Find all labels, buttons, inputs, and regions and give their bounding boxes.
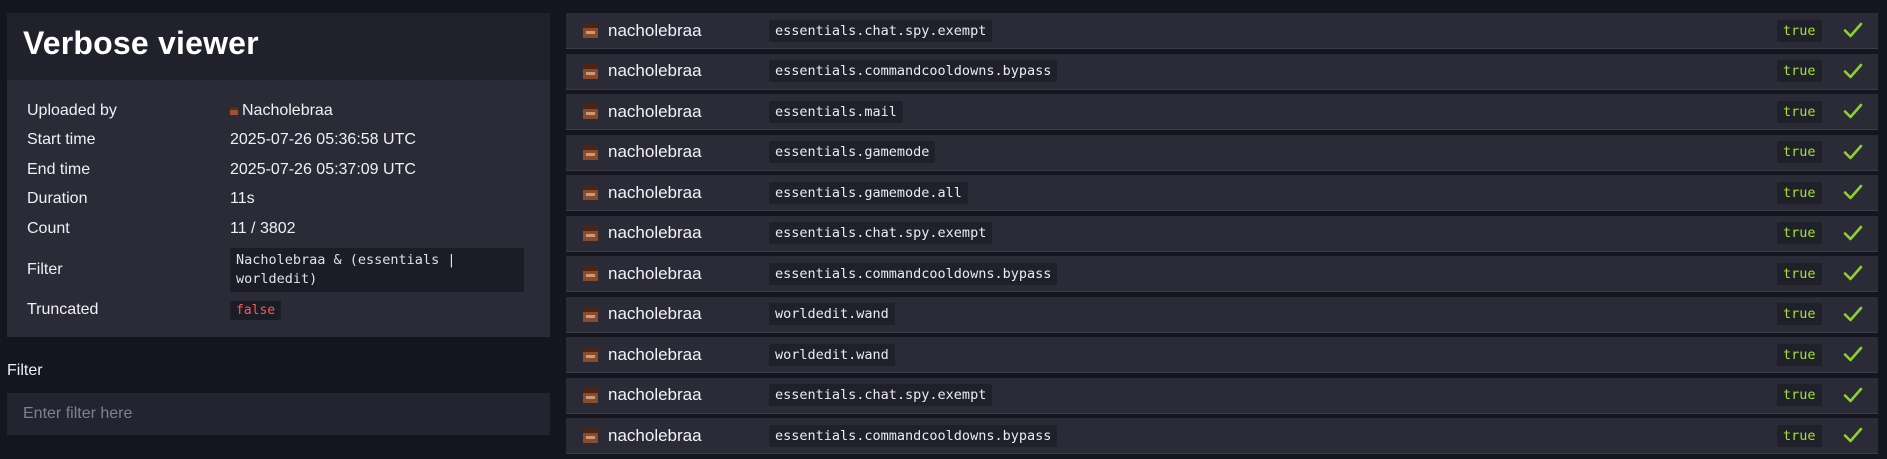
checkmark-icon [1843,225,1863,240]
checkmark-icon [1843,22,1863,38]
entry-permission: essentials.chat.spy.exempt [769,384,993,406]
entry-result-badge: true [1777,343,1822,366]
player-head-icon [583,104,598,119]
start-time-row: Start time 2025-07-26 05:36:58 UTC [27,126,530,156]
truncated-value-wrap: false [230,300,530,320]
entry-user: nacholebraa [608,142,702,161]
checkmark-icon [1843,346,1863,362]
permission-check-list: nacholebraa essentials.chat.spy.exempt tru… [566,13,1878,459]
player-head-icon [583,225,598,241]
entry-user: nacholebraa [608,101,702,121]
checkmark-icon [1843,427,1863,443]
list-item[interactable]: nacholebraa worldedit.wand true [566,337,1878,373]
filter-detail-label: Filter [27,260,63,278]
end-time-value: 2025-07-26 05:37:09 UTC [230,160,416,178]
entry-result-badge: true [1777,384,1822,406]
info-details: Uploaded by Nacholebraa Start time 2025-… [7,80,550,337]
player-head-icon [583,266,598,281]
entry-result-badge: true [1777,19,1822,42]
list-item[interactable]: nacholebraa essentials.commandcooldowns.b… [566,256,1878,292]
count-value: 11 / 3802 [230,219,296,237]
player-head-icon [583,144,598,160]
entry-permission: essentials.gamemode [769,141,936,163]
entry-permission: worldedit.wand [769,303,895,325]
checkmark-icon [1843,265,1863,281]
entry-result-badge: true [1777,181,1822,204]
filter-row: Filter Nacholebraa & (essentials | world… [27,244,530,296]
entry-result-badge: true [1777,141,1822,163]
filter-input[interactable] [7,393,550,435]
checkmark-icon [1843,306,1863,321]
entry-user: nacholebraa [608,223,702,242]
entry-permission: essentials.commandcooldowns.bypass [769,262,1058,285]
page-title: Verbose viewer [23,25,259,61]
entry-user: nacholebraa [608,20,702,40]
entry-result-badge: true [1777,262,1822,285]
player-head-icon [230,106,238,115]
truncated-badge: false [230,300,282,320]
info-header: Verbose viewer [7,13,550,80]
entry-permission: essentials.mail [769,100,903,123]
list-item[interactable]: nacholebraa essentials.gamemode true [566,134,1878,171]
truncated-label: Truncated [27,301,99,319]
entry-user: nacholebraa [608,385,702,404]
list-item[interactable]: nacholebraa essentials.commandcooldowns.b… [566,53,1878,90]
duration-value: 11s [230,190,255,208]
checkmark-icon [1843,63,1863,78]
start-time-label: Start time [27,131,96,149]
entry-result-badge: true [1777,60,1822,82]
verbose-info-panel: Verbose viewer Uploaded by Nacholebraa S… [7,13,550,337]
entry-permission: essentials.commandcooldowns.bypass [769,60,1058,82]
duration-label: Duration [27,190,88,208]
entry-user: nacholebraa [608,182,702,202]
entry-permission: essentials.gamemode.all [769,181,968,204]
uploaded-by-row: Uploaded by Nacholebraa [27,96,530,126]
checkmark-icon [1843,144,1863,159]
filter-detail-value-wrap: Nacholebraa & (essentials | worldedit) [230,244,530,296]
count-row: Count 11 / 3802 [27,214,530,244]
entry-result-badge: true [1777,222,1822,244]
truncated-row: Truncated false [27,296,530,326]
player-head-icon [583,428,598,443]
list-item[interactable]: nacholebraa essentials.chat.spy.exempt tru… [566,377,1878,414]
player-head-icon [583,387,598,403]
entry-user: nacholebraa [608,61,702,80]
count-label: Count [27,219,70,237]
end-time-label: End time [27,160,91,178]
entry-result-badge: true [1777,424,1822,447]
uploaded-by-value: Nacholebraa [230,102,530,120]
entry-user: nacholebraa [608,304,702,323]
checkmark-icon [1843,103,1863,119]
list-item[interactable]: nacholebraa essentials.gamemode.all true [566,175,1878,211]
uploaded-by-label: Uploaded by [27,101,117,119]
list-item[interactable]: nacholebraa essentials.chat.spy.exempt tru… [566,215,1878,252]
list-item[interactable]: nacholebraa essentials.chat.spy.exempt tru… [566,13,1878,49]
end-time-row: End time 2025-07-26 05:37:09 UTC [27,155,530,185]
info-card: Verbose viewer Uploaded by Nacholebraa S… [7,13,550,337]
uploader-name: Nacholebraa [242,101,333,119]
list-item[interactable]: nacholebraa essentials.mail true [566,94,1878,130]
entry-permission: essentials.commandcooldowns.bypass [769,424,1058,447]
player-head-icon [583,185,598,200]
list-item[interactable]: nacholebraa essentials.commandcooldowns.b… [566,418,1878,454]
filter-label: Filter [7,362,43,379]
entry-user: nacholebraa [608,425,702,445]
player-head-icon [583,306,598,322]
list-item[interactable]: nacholebraa worldedit.wand true [566,296,1878,333]
player-head-icon [583,23,598,38]
entry-result-badge: true [1777,303,1822,325]
entry-permission: worldedit.wand [769,343,895,366]
duration-row: Duration 11s [27,185,530,215]
entry-permission: essentials.chat.spy.exempt [769,19,993,42]
checkmark-icon [1843,184,1863,200]
entry-user: nacholebraa [608,344,702,364]
entry-permission: essentials.chat.spy.exempt [769,222,993,244]
filter-expression: Nacholebraa & (essentials | worldedit) [230,247,524,292]
player-head-icon [583,347,598,362]
checkmark-icon [1843,387,1863,402]
entry-user: nacholebraa [608,263,702,283]
player-head-icon [583,63,598,79]
entry-result-badge: true [1777,100,1822,123]
start-time-value: 2025-07-26 05:36:58 UTC [230,131,416,149]
